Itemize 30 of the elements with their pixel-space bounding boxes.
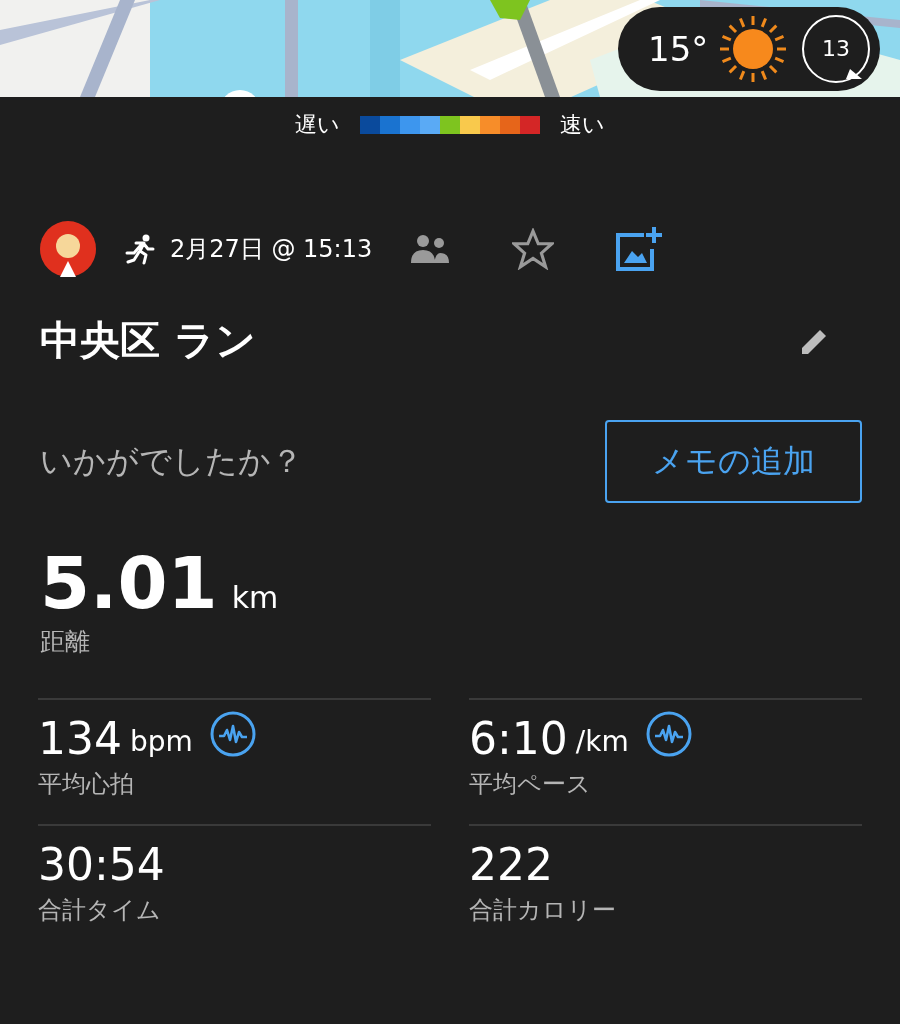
- star-icon[interactable]: [512, 228, 555, 270]
- distance-label: 距離: [40, 626, 91, 658]
- stat-value: 30:54: [38, 840, 165, 890]
- feedback-prompt: いかがでしたか？: [40, 440, 303, 482]
- stat-value: 134: [38, 714, 122, 764]
- legend-label: 速い: [560, 111, 605, 139]
- stat-label: 合計タイム: [38, 895, 162, 926]
- add-photo-icon[interactable]: [614, 225, 663, 273]
- chart-icon[interactable]: [208, 710, 257, 758]
- chart-icon[interactable]: [644, 710, 693, 758]
- distance-value: 5.01: [40, 543, 218, 623]
- legend-label: 遅い: [295, 111, 340, 139]
- stat-unit: /km: [575, 724, 629, 760]
- stat-label: 平均心拍: [38, 769, 135, 800]
- sun-icon: [718, 14, 789, 84]
- people-icon[interactable]: [410, 233, 451, 265]
- stat-label: 平均ペース: [469, 769, 592, 800]
- add-note-button[interactable]: メモの追加: [605, 420, 862, 503]
- running-icon: [124, 233, 156, 265]
- stat-unit: bpm: [130, 724, 193, 760]
- stat-value: 222: [469, 840, 553, 890]
- activity-date: 2月27日 @ 15:13: [170, 234, 373, 265]
- wind-speed: 13: [822, 36, 850, 62]
- stat-label: 合計カロリー: [469, 895, 617, 926]
- activity-title: 中央区 ラン: [40, 316, 256, 365]
- wind-dial-icon: [800, 13, 872, 85]
- temperature: 15°: [648, 29, 709, 69]
- avatar[interactable]: [40, 221, 96, 277]
- distance-unit: km: [231, 580, 279, 615]
- stat-value: 6:10: [469, 714, 568, 764]
